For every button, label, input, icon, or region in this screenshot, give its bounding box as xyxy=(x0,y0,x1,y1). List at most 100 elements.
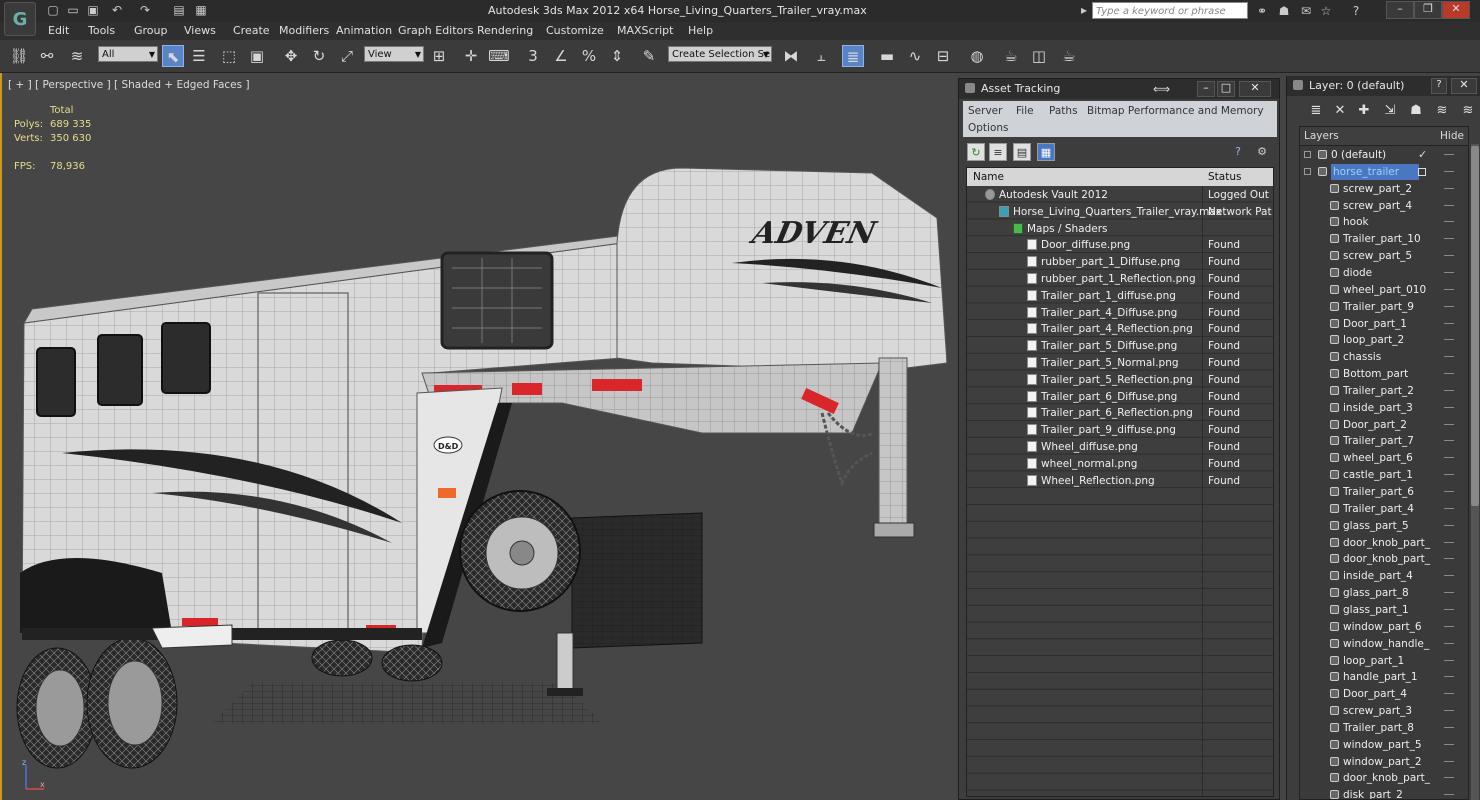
hide-toggle[interactable] xyxy=(1444,271,1454,273)
hide-toggle[interactable] xyxy=(1444,558,1454,560)
settings-icon[interactable]: ⚙ xyxy=(1253,143,1271,161)
bind-space-warp-icon[interactable]: ≋ xyxy=(66,45,88,67)
layer-object-row[interactable]: screw_part_4 xyxy=(1300,198,1468,214)
layer-object-row[interactable]: wheel_part_6 xyxy=(1300,450,1468,466)
select-and-link-icon[interactable]: ⛓ xyxy=(8,45,30,67)
hide-toggle[interactable] xyxy=(1444,406,1454,408)
asset-row[interactable]: Trailer_part_5_Reflection.png Found xyxy=(967,372,1273,388)
rotate-icon[interactable]: ↻ xyxy=(308,45,330,67)
menu-maxscript[interactable]: MAXScript xyxy=(617,24,673,37)
project-folder-icon[interactable]: ▤ xyxy=(170,2,188,18)
layer-object-row[interactable]: Trailer_part_9 xyxy=(1300,299,1468,315)
spinner-snap-icon[interactable]: ⇕ xyxy=(606,45,628,67)
layer-object-row[interactable]: window_part_5 xyxy=(1300,737,1468,753)
layer-object-row[interactable]: Trailer_part_4 xyxy=(1300,501,1468,517)
layer-object-row[interactable]: glass_part_1 xyxy=(1300,602,1468,618)
layer-object-row[interactable]: wheel_part_010 xyxy=(1300,282,1468,298)
asset-row[interactable]: Trailer_part_9_diffuse.png Found xyxy=(967,422,1273,438)
refresh-icon[interactable]: ↻ xyxy=(967,143,985,161)
layer-object-row[interactable]: diode xyxy=(1300,265,1468,281)
layer-object-row[interactable]: Door_part_4 xyxy=(1300,686,1468,702)
close-panel-icon[interactable]: ✕ xyxy=(1239,81,1271,97)
rectangular-selection-icon[interactable]: ⬚ xyxy=(218,45,240,67)
layer-object-row[interactable]: glass_part_5 xyxy=(1300,518,1468,534)
column-name-header[interactable]: Name xyxy=(973,171,1004,183)
dock-arrows-icon[interactable]: ⟺ xyxy=(1153,79,1170,99)
snaps-toggle-icon[interactable]: 3 xyxy=(522,45,544,67)
menu-tools[interactable]: Tools xyxy=(88,24,115,37)
binoculars-icon[interactable]: ⚭ xyxy=(1254,3,1270,19)
delete-layer-icon[interactable]: ✕ xyxy=(1331,102,1349,120)
hide-toggle[interactable] xyxy=(1444,204,1454,206)
hide-toggle[interactable] xyxy=(1444,608,1454,610)
select-object-icon[interactable]: ⬉ xyxy=(162,45,184,67)
open-file-icon[interactable]: ▭ xyxy=(64,2,82,18)
hide-toggle[interactable] xyxy=(1444,255,1454,257)
layer-object-row[interactable]: screw_part_5 xyxy=(1300,248,1468,264)
hide-toggle[interactable] xyxy=(1444,794,1454,796)
hide-toggle[interactable] xyxy=(1444,238,1454,240)
layer-manager-icon[interactable]: ≣ xyxy=(842,45,864,67)
layer-object-row[interactable]: inside_part_4 xyxy=(1300,568,1468,584)
hide-all-icon[interactable]: ≋ xyxy=(1459,102,1477,120)
layer-object-row[interactable]: glass_part_8 xyxy=(1300,585,1468,601)
layer-scrollbar-thumb[interactable] xyxy=(1471,146,1479,506)
layer-object-row[interactable]: window_part_6 xyxy=(1300,619,1468,635)
add-selection-icon[interactable] xyxy=(1418,167,1426,176)
menu-group[interactable]: Group xyxy=(134,24,168,37)
menu-help[interactable]: Help xyxy=(688,24,713,37)
hide-toggle[interactable] xyxy=(1444,676,1454,678)
curve-editor-icon[interactable]: ∿ xyxy=(904,45,926,67)
column-status-header[interactable]: Status xyxy=(1208,171,1241,183)
mirror-icon[interactable]: ⧓ xyxy=(780,45,802,67)
hide-toggle[interactable] xyxy=(1444,625,1454,627)
render-production-icon[interactable]: ☕ xyxy=(1058,45,1080,67)
hide-toggle[interactable] xyxy=(1444,356,1454,358)
asset-tracking-titlebar[interactable]: Asset Tracking ⟺ – □ ✕ xyxy=(959,79,1279,99)
asset-row[interactable]: Maps / Shaders xyxy=(967,221,1273,237)
layer-object-row[interactable]: door_knob_part_ xyxy=(1300,535,1468,551)
hide-toggle[interactable] xyxy=(1444,305,1454,307)
hide-column-header[interactable]: Hide xyxy=(1440,130,1464,142)
hide-toggle[interactable] xyxy=(1444,726,1454,728)
close-window-icon[interactable]: ✕ xyxy=(1442,1,1470,19)
layer-row[interactable]: 0 (default) ✓ xyxy=(1300,147,1468,163)
expand-search-icon[interactable]: ▸ xyxy=(1078,2,1090,18)
layer-object-row[interactable]: Trailer_part_2 xyxy=(1300,383,1468,399)
layer-object-row[interactable]: chassis xyxy=(1300,349,1468,365)
hide-toggle[interactable] xyxy=(1444,642,1454,644)
selection-filter-dropdown[interactable]: All ▼ xyxy=(98,46,158,62)
schematic-view-icon[interactable]: ⊟ xyxy=(932,45,954,67)
hide-toggle[interactable] xyxy=(1444,575,1454,577)
close-layer-panel-icon[interactable]: ✕ xyxy=(1451,78,1477,94)
layer-object-row[interactable]: Trailer_part_8 xyxy=(1300,720,1468,736)
set-current-layer-icon[interactable]: ≣ xyxy=(1307,102,1325,120)
layer-object-row[interactable]: door_knob_part_ xyxy=(1300,770,1468,786)
hide-toggle[interactable] xyxy=(1444,423,1454,425)
pivot-center-icon[interactable]: ⊞ xyxy=(428,45,450,67)
named-selection-dropdown[interactable]: Create Selection Se ▼ xyxy=(668,46,772,62)
minimize-panel-icon[interactable]: – xyxy=(1197,81,1215,97)
hide-toggle[interactable] xyxy=(1444,440,1454,442)
maximize-panel-icon[interactable]: □ xyxy=(1217,81,1235,97)
hide-toggle[interactable] xyxy=(1444,777,1454,779)
menu-customize[interactable]: Customize xyxy=(546,24,604,37)
search-input[interactable]: Type a keyword or phrase xyxy=(1092,2,1248,19)
percent-snap-icon[interactable]: % xyxy=(578,45,600,67)
asset-menu-paths[interactable]: Paths xyxy=(1049,105,1078,117)
select-by-name-icon[interactable]: ☰ xyxy=(188,45,210,67)
asset-row[interactable]: wheel_normal.png Found xyxy=(967,456,1273,472)
hide-toggle[interactable] xyxy=(1444,693,1454,695)
list-view-icon[interactable]: ≡ xyxy=(989,143,1007,161)
subscription-icon[interactable]: ☗ xyxy=(1276,3,1292,19)
rendered-frame-icon[interactable]: ◫ xyxy=(1028,45,1050,67)
layer-object-row[interactable]: window_handle_ xyxy=(1300,636,1468,652)
layer-object-row[interactable]: screw_part_2 xyxy=(1300,181,1468,197)
layer-help-icon[interactable]: ? xyxy=(1431,78,1447,94)
hide-toggle[interactable] xyxy=(1444,524,1454,526)
layer-object-row[interactable]: handle_part_1 xyxy=(1300,669,1468,685)
perspective-viewport[interactable]: ADVEN D&D [+] [Perspective] [Shaded… xyxy=(0,73,956,800)
layer-object-row[interactable]: Trailer_part_6 xyxy=(1300,484,1468,500)
layer-object-row[interactable]: inside_part_3 xyxy=(1300,400,1468,416)
asset-row[interactable]: Wheel_Reflection.png Found xyxy=(967,473,1273,489)
